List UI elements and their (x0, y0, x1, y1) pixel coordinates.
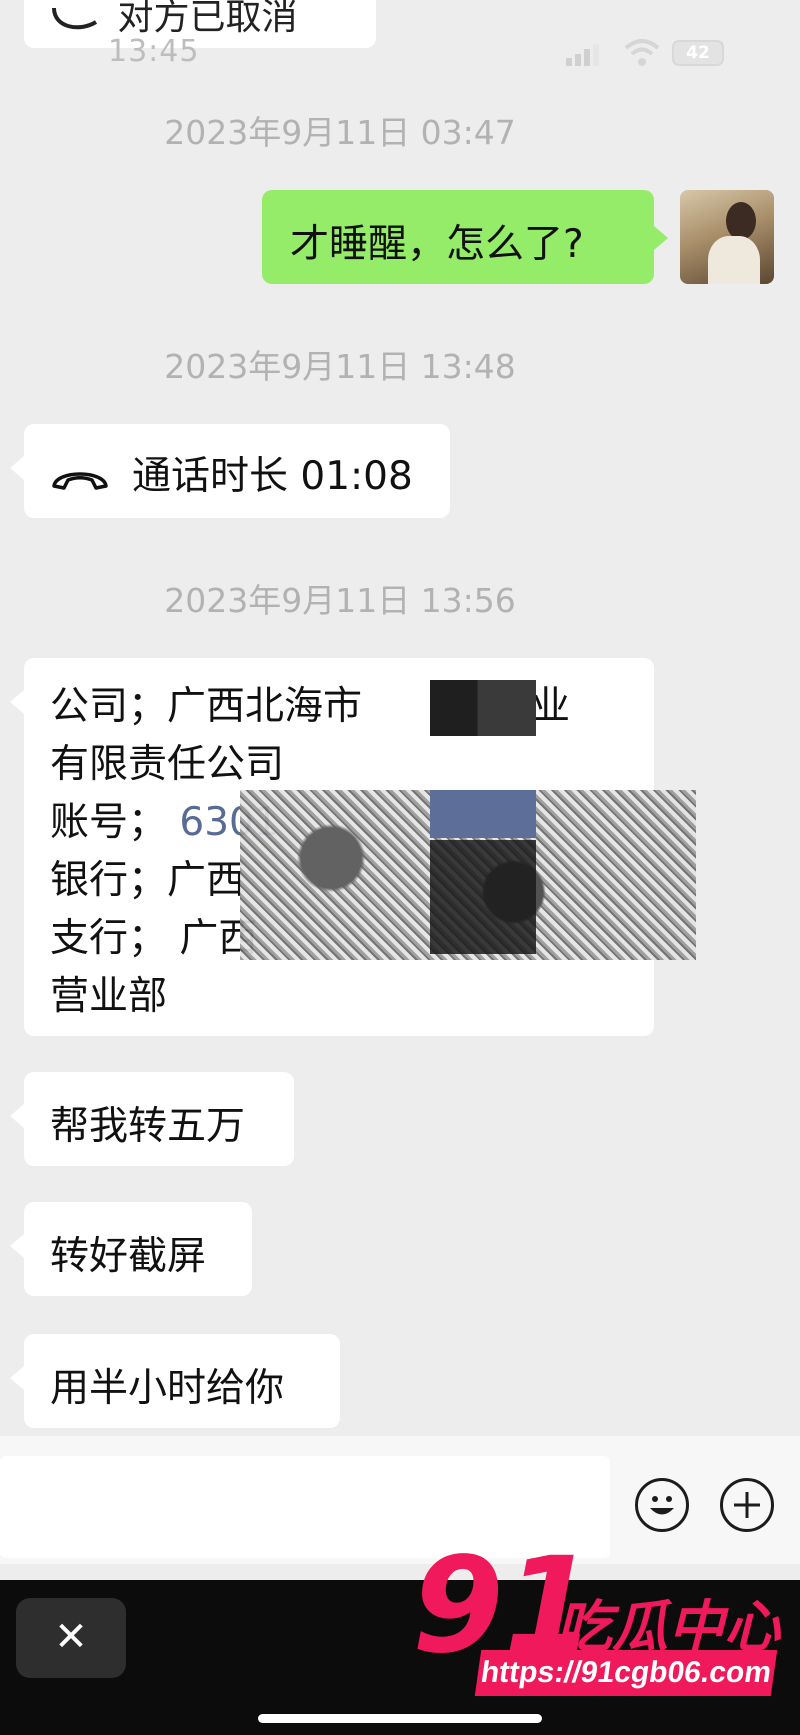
company-label: 公司；广西北海市 (50, 684, 363, 729)
close-icon: ✕ (54, 1614, 88, 1660)
close-button[interactable]: ✕ (16, 1598, 126, 1678)
watermark-url: https://91cgb06.com (474, 1650, 778, 1696)
home-indicator[interactable] (258, 1714, 542, 1723)
message-text: 转好截屏 (50, 1234, 207, 1279)
message-self[interactable]: 才睡醒，怎么了? (262, 190, 668, 284)
plus-icon (734, 1492, 760, 1518)
info-line-office: 营业部 (50, 974, 168, 1019)
redaction-mark (430, 840, 536, 954)
wifi-icon (624, 39, 660, 66)
message-text: 帮我转五万 (50, 1104, 246, 1149)
message-screenshot-request[interactable]: 转好截屏 (10, 1202, 252, 1296)
signal-icon (566, 44, 599, 66)
avatar[interactable] (680, 190, 774, 284)
status-time: 13:45 (108, 34, 200, 69)
redaction-mark (430, 790, 536, 838)
emoji-icon (650, 1496, 674, 1515)
phone-hangup-icon (52, 471, 108, 490)
message-call-cancelled[interactable]: 对方已取消 (24, 0, 376, 48)
plus-button[interactable] (720, 1478, 774, 1532)
timestamp: 2023年9月11日 13:48 (164, 347, 516, 386)
call-duration-text: 通话时长 01:08 (132, 454, 413, 499)
battery-icon: 42 (672, 40, 724, 66)
timestamp: 2023年9月11日 03:47 (164, 113, 516, 152)
info-line-company-2: 有限责任公司 (50, 742, 285, 787)
redaction-mark (430, 680, 536, 736)
message-call-record[interactable]: 通话时长 01:08 (10, 424, 450, 518)
message-half-hour[interactable]: 用半小时给你 (10, 1334, 340, 1428)
emoji-button[interactable] (635, 1478, 689, 1532)
battery-level: 42 (686, 43, 710, 63)
call-cancelled-text: 对方已取消 (117, 0, 298, 38)
timestamp: 2023年9月11日 13:56 (164, 581, 516, 620)
message-transfer-request[interactable]: 帮我转五万 (10, 1072, 294, 1166)
info-line-company: 公司；广西北海市药业 (50, 678, 654, 736)
message-text: 用半小时给你 (50, 1366, 285, 1411)
account-label: 账号； (50, 800, 168, 845)
message-text: 才睡醒，怎么了? (290, 222, 584, 267)
phone-cancelled-icon (52, 7, 98, 30)
